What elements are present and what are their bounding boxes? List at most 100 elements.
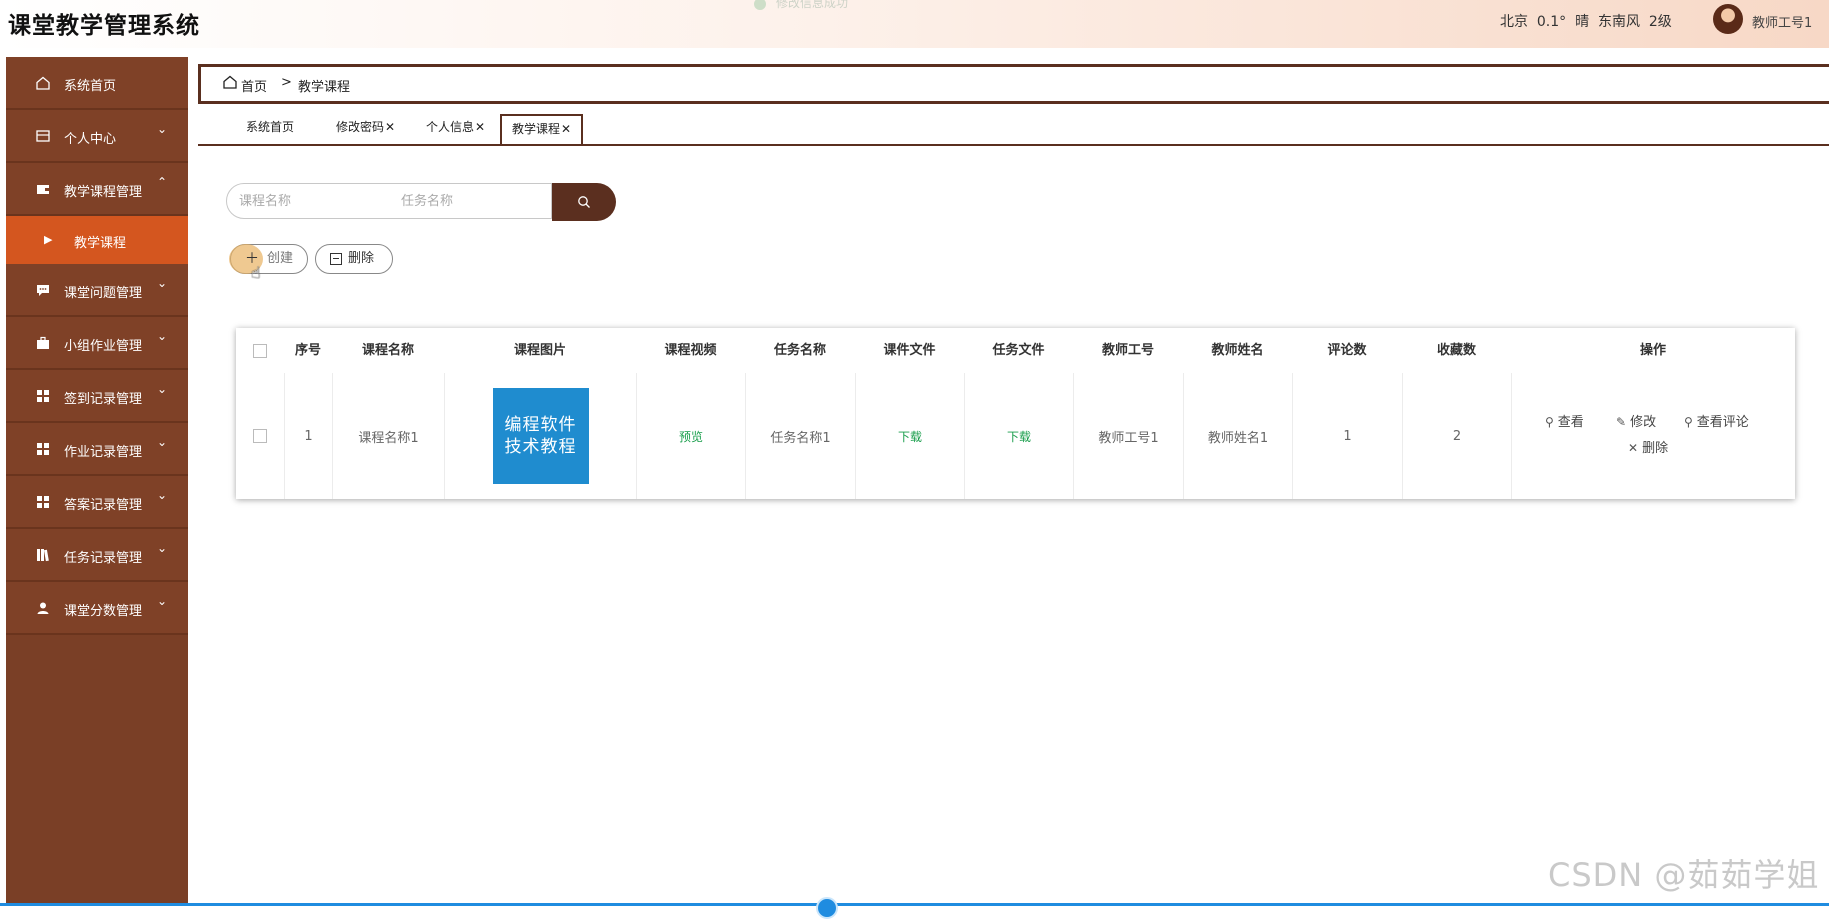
column-header: 任务名称 [773, 343, 826, 358]
course-name-input[interactable] [226, 183, 390, 219]
tab-teaching-course[interactable]: 教学课程✕ [500, 114, 584, 144]
search-button[interactable] [552, 183, 616, 221]
courseware-download-link[interactable]: 下载 [898, 428, 922, 445]
tab-label: 修改密码 [336, 120, 385, 134]
sidebar-item-label: 任务记录管理 [64, 551, 143, 566]
preview-link[interactable]: 预览 [679, 428, 703, 445]
cell-course-image: 编程软件 技术教程 [444, 373, 636, 499]
wallet-icon [36, 182, 50, 196]
course-table: 序号 课程名称 课程图片 课程视频 任务名称 课件文件 任务文件 教师工号 教师… [236, 328, 1795, 499]
grid-icon [36, 389, 50, 403]
select-all-checkbox-cell [236, 328, 284, 373]
minus-square-icon [330, 253, 342, 265]
cell-task-name: 任务名称1 [745, 373, 855, 499]
column-header: 评论数 [1327, 343, 1367, 358]
chevron-down-icon: ⌄ [157, 594, 168, 608]
delete-row-button[interactable]: ✕ 删除 [1628, 437, 1668, 456]
edit-button[interactable]: ✎ 修改 [1616, 411, 1656, 430]
home-icon[interactable] [223, 75, 237, 89]
sidebar-item-label: 个人中心 [64, 132, 117, 147]
sidebar-subitem-teaching-course[interactable]: ▶ 教学课程 [6, 216, 188, 264]
row-checkbox[interactable] [253, 429, 267, 443]
course-image-text: 编程软件 技术教程 [505, 414, 577, 458]
column-header: 收藏数 [1436, 343, 1476, 358]
cell-comments: 1 [1292, 373, 1402, 499]
chevron-down-icon: ⌄ [157, 276, 168, 290]
row-checkbox-cell [236, 373, 284, 499]
select-all-checkbox[interactable] [253, 343, 267, 358]
tab-label: 系统首页 [246, 120, 295, 134]
sidebar-item-home[interactable]: 系统首页 [6, 57, 188, 110]
search-icon [578, 196, 590, 208]
chevron-up-icon: ⌃ [157, 175, 168, 189]
sidebar-item-task-records[interactable]: 任务记录管理 ⌄ [6, 529, 188, 582]
home-icon [36, 76, 50, 90]
bottom-progress-handle[interactable] [816, 897, 838, 919]
course-image[interactable]: 编程软件 技术教程 [492, 388, 589, 484]
tab-label: 个人信息 [426, 120, 475, 134]
sidebar-item-label: 教学课程管理 [64, 185, 143, 200]
sidebar-item-score-management[interactable]: 课堂分数管理 ⌄ [6, 582, 188, 635]
sidebar-item-homework-records[interactable]: 作业记录管理 ⌄ [6, 423, 188, 476]
chevron-down-icon: ⌄ [157, 122, 168, 136]
toast-text: 修改信息成功 [776, 0, 849, 10]
tab-bar: 系统首页 修改密码✕ 个人信息✕ 教学课程✕ [198, 110, 1829, 146]
create-button[interactable]: ＋ 创建 ☝ [229, 244, 308, 282]
sidebar-item-course-management[interactable]: 教学课程管理 ⌃ [6, 163, 188, 216]
tab-personal-info[interactable]: 个人信息✕ [426, 114, 485, 140]
cell-operations: ⚲ 查看 ✎ 修改 ⚲ 查看评论 ✕ 删除 [1511, 373, 1795, 499]
sidebar-item-group-homework[interactable]: 小组作业管理 ⌄ [6, 317, 188, 370]
search-bar [226, 183, 616, 221]
breadcrumb-separator: > [281, 75, 292, 90]
top-bar: 课堂教学管理系统 修改信息成功 北京 0.1° 晴 东南风 2级 教师工号1 [0, 0, 1829, 48]
pencil-icon: ✎ [1616, 415, 1627, 429]
sidebar: 系统首页 个人中心 ⌄ 教学课程管理 ⌃ ▶ 教学课程 课堂问题管理 ⌄ 小组作… [6, 57, 188, 906]
tab-home[interactable]: 系统首页 [246, 114, 294, 140]
task-file-download-link[interactable]: 下载 [1007, 428, 1031, 445]
image-text-line: 编程软件 [504, 415, 577, 435]
breadcrumb: 首页 > 教学课程 [198, 64, 1829, 104]
search-icon: ⚲ [1684, 415, 1693, 429]
sidebar-item-label: 课堂问题管理 [64, 286, 143, 301]
weather-info: 北京 0.1° 晴 东南风 2级 [1500, 14, 1672, 30]
view-button[interactable]: ⚲ 查看 [1545, 411, 1584, 430]
chat-icon [36, 283, 50, 297]
tab-change-password[interactable]: 修改密码✕ [336, 114, 395, 140]
cell-course-video: 预览 [636, 373, 745, 499]
avatar[interactable] [1713, 4, 1743, 34]
cell-task-file: 下载 [964, 373, 1073, 499]
column-header: 课程名称 [361, 343, 414, 358]
view-comments-button[interactable]: ⚲ 查看评论 [1684, 411, 1749, 430]
search-icon: ⚲ [1545, 415, 1554, 429]
briefcase-icon [36, 336, 50, 350]
sidebar-item-question-management[interactable]: 课堂问题管理 ⌄ [6, 264, 188, 317]
column-header: 任务文件 [992, 343, 1045, 358]
operations-group: ⚲ 查看 ✎ 修改 ⚲ 查看评论 ✕ 删除 [1512, 373, 1795, 499]
id-card-icon [36, 129, 50, 143]
breadcrumb-home[interactable]: 首页 [241, 76, 267, 95]
column-header: 序号 [294, 343, 321, 358]
column-header: 教师工号 [1101, 343, 1154, 358]
sidebar-item-personal-center[interactable]: 个人中心 ⌄ [6, 110, 188, 163]
close-icon[interactable]: ✕ [561, 122, 571, 136]
delete-label: 删除 [348, 251, 375, 266]
delete-row-label: 删除 [1642, 441, 1669, 456]
close-icon: ✕ [1628, 441, 1639, 455]
grid-icon [36, 442, 50, 456]
sidebar-item-label: 小组作业管理 [64, 339, 143, 354]
cell-teacher-name: 教师姓名1 [1183, 373, 1292, 499]
sidebar-item-answer-records[interactable]: 答案记录管理 ⌄ [6, 476, 188, 529]
close-icon[interactable]: ✕ [475, 120, 485, 134]
books-icon [36, 548, 50, 562]
task-name-input[interactable] [389, 183, 552, 219]
grid-icon [36, 495, 50, 509]
user-name[interactable]: 教师工号1 [1752, 12, 1812, 31]
cell-teacher-id: 教师工号1 [1073, 373, 1183, 499]
cell-courseware: 下载 [855, 373, 964, 499]
sidebar-item-label: 系统首页 [64, 79, 117, 94]
column-header: 教师姓名 [1211, 343, 1264, 358]
sidebar-item-checkin-records[interactable]: 签到记录管理 ⌄ [6, 370, 188, 423]
close-icon[interactable]: ✕ [385, 120, 395, 134]
cell-favorites: 2 [1402, 373, 1511, 499]
delete-button[interactable]: 删除 [315, 244, 393, 274]
